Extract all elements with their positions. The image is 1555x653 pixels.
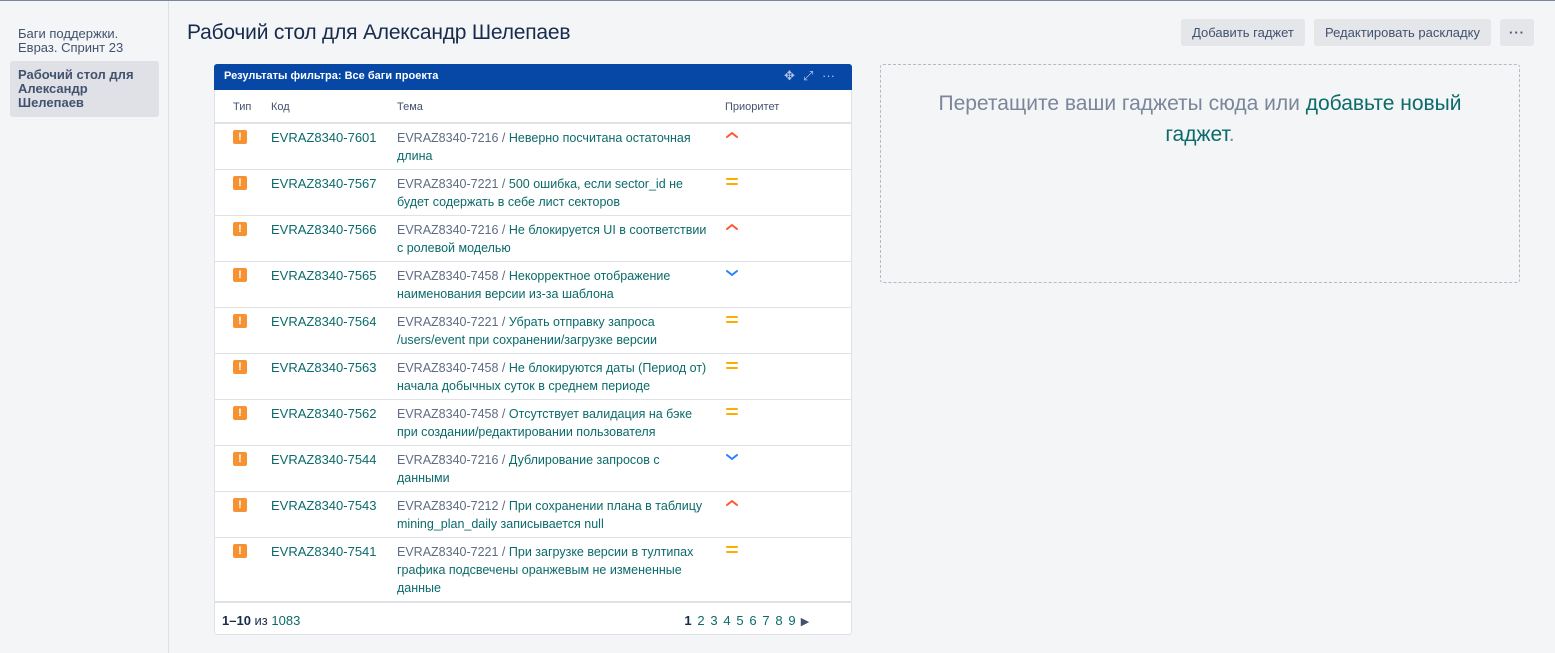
parent-issue-link[interactable]: EVRAZ8340-7216 / <box>397 453 505 467</box>
gadget-header: Результаты фильтра: Все баги проекта ✥ ⤢… <box>214 64 852 90</box>
column-header-type[interactable]: Тип <box>233 101 251 113</box>
issue-summary: EVRAZ8340-7458 / Не блокируются даты (Пе… <box>397 359 709 395</box>
bug-warning-icon: ! <box>233 360 247 374</box>
table-row: ! EVRAZ8340-7566 EVRAZ8340-7216 / Не блоки… <box>215 216 851 262</box>
parent-issue-link[interactable]: EVRAZ8340-7221 / <box>397 177 505 191</box>
results-count: 1–10 из 1083 <box>222 613 300 628</box>
bug-warning-icon: ! <box>233 176 247 190</box>
table-row: ! EVRAZ8340-7601 EVRAZ8340-7216 / Неверно … <box>215 124 851 170</box>
table-row: ! EVRAZ8340-7562 EVRAZ8340-7458 / Отсутств… <box>215 400 851 446</box>
parent-issue-link[interactable]: EVRAZ8340-7221 / <box>397 315 505 329</box>
parent-issue-link[interactable]: EVRAZ8340-7458 / <box>397 269 505 283</box>
results-of: из <box>254 613 268 628</box>
dropzone-instruction: Перетащите ваши гаджеты сюда или <box>938 92 1306 115</box>
sidebar: Баги поддержки. Евраз. Спринт 23 Рабочий… <box>0 1 169 653</box>
row-divider <box>215 601 851 603</box>
column-header-summary[interactable]: Тема <box>397 101 423 113</box>
page-link[interactable]: 3 <box>709 613 719 628</box>
priority-high-icon <box>726 224 738 230</box>
page-link[interactable]: 1 <box>683 613 693 628</box>
more-icon[interactable]: ··· <box>822 69 835 83</box>
page-link[interactable]: 9 <box>787 613 797 628</box>
table-row: ! EVRAZ8340-7544 EVRAZ8340-7216 / Дублиров… <box>215 446 851 492</box>
next-page-icon[interactable]: ▶ <box>800 615 810 628</box>
page-link[interactable]: 8 <box>774 613 784 628</box>
bug-warning-icon: ! <box>233 544 247 558</box>
dropzone-suffix: . <box>1228 123 1235 146</box>
page-link[interactable]: 7 <box>761 613 771 628</box>
priority-medium-icon <box>726 546 738 553</box>
gadget-dropzone: Перетащите ваши гаджеты сюда или добавьт… <box>880 64 1520 283</box>
issue-key-link[interactable]: EVRAZ8340-7567 <box>271 176 377 191</box>
issue-summary: EVRAZ8340-7216 / Неверно посчитана остат… <box>397 129 709 165</box>
priority-high-icon <box>726 132 738 138</box>
bug-warning-icon: ! <box>233 268 247 282</box>
table-row: ! EVRAZ8340-7567 EVRAZ8340-7221 / 500 ошиб… <box>215 170 851 216</box>
table-row: ! EVRAZ8340-7564 EVRAZ8340-7221 / Убрать о… <box>215 308 851 354</box>
bug-warning-icon: ! <box>233 406 247 420</box>
move-icon[interactable]: ✥ <box>784 69 795 83</box>
issue-key-link[interactable]: EVRAZ8340-7543 <box>271 498 377 513</box>
bug-warning-icon: ! <box>233 452 247 466</box>
page-link[interactable]: 4 <box>722 613 732 628</box>
priority-high-icon <box>726 500 738 506</box>
issue-summary: EVRAZ8340-7212 / При сохранении плана в … <box>397 497 709 533</box>
results-range: 1–10 <box>222 613 251 628</box>
dropzone-text: Перетащите ваши гаджеты сюда или добавьт… <box>901 88 1499 150</box>
page-link[interactable]: 2 <box>696 613 706 628</box>
page-link[interactable]: 5 <box>735 613 745 628</box>
priority-medium-icon <box>726 316 738 323</box>
parent-issue-link[interactable]: EVRAZ8340-7458 / <box>397 407 505 421</box>
table-row: ! EVRAZ8340-7565 EVRAZ8340-7458 / Некоррек… <box>215 262 851 308</box>
issue-summary: EVRAZ8340-7221 / Убрать отправку запроса… <box>397 313 709 349</box>
issue-key-link[interactable]: EVRAZ8340-7565 <box>271 268 377 283</box>
bug-warning-icon: ! <box>233 498 247 512</box>
column-header-priority[interactable]: Приоритет <box>725 101 779 113</box>
issue-key-link[interactable]: EVRAZ8340-7563 <box>271 360 377 375</box>
column-header-key[interactable]: Код <box>271 101 290 113</box>
priority-medium-icon <box>726 408 738 415</box>
priority-low-icon <box>726 270 738 276</box>
issue-key-link[interactable]: EVRAZ8340-7566 <box>271 222 377 237</box>
priority-medium-icon <box>726 178 738 185</box>
issue-summary: EVRAZ8340-7216 / Не блокируется UI в соо… <box>397 221 709 257</box>
filter-results-gadget: Результаты фильтра: Все баги проекта ✥ ⤢… <box>214 64 852 635</box>
issue-summary: EVRAZ8340-7458 / Отсутствует валидация н… <box>397 405 709 441</box>
parent-issue-link[interactable]: EVRAZ8340-7216 / <box>397 131 505 145</box>
results-total-link[interactable]: 1083 <box>271 613 300 628</box>
parent-issue-link[interactable]: EVRAZ8340-7458 / <box>397 361 505 375</box>
parent-issue-link[interactable]: EVRAZ8340-7212 / <box>397 499 505 513</box>
bug-warning-icon: ! <box>233 314 247 328</box>
issue-key-link[interactable]: EVRAZ8340-7562 <box>271 406 377 421</box>
more-actions-button[interactable]: ··· <box>1500 19 1534 46</box>
priority-low-icon <box>726 454 738 460</box>
bug-warning-icon: ! <box>233 130 247 144</box>
issue-key-link[interactable]: EVRAZ8340-7564 <box>271 314 377 329</box>
parent-issue-link[interactable]: EVRAZ8340-7216 / <box>397 223 505 237</box>
sidebar-item-dashboard-active[interactable]: Рабочий стол для Александр Шелепаев <box>10 61 159 117</box>
bug-warning-icon: ! <box>233 222 247 236</box>
issue-summary: EVRAZ8340-7221 / При загрузке версии в т… <box>397 543 709 597</box>
table-row: ! EVRAZ8340-7563 EVRAZ8340-7458 / Не блоки… <box>215 354 851 400</box>
maximize-icon[interactable]: ⤢ <box>803 69 813 83</box>
issue-key-link[interactable]: EVRAZ8340-7541 <box>271 544 377 559</box>
pagination: 1 2 3 4 5 6 7 8 9 ▶ <box>683 613 813 628</box>
add-gadget-button[interactable]: Добавить гаджет <box>1181 19 1305 46</box>
page-link[interactable]: 6 <box>748 613 758 628</box>
issue-key-link[interactable]: EVRAZ8340-7544 <box>271 452 377 467</box>
issue-summary: EVRAZ8340-7221 / 500 ошибка, если sector… <box>397 175 709 211</box>
parent-issue-link[interactable]: EVRAZ8340-7221 / <box>397 545 505 559</box>
edit-layout-button[interactable]: Редактировать раскладку <box>1314 19 1491 46</box>
table-row: ! EVRAZ8340-7541 EVRAZ8340-7221 / При загр… <box>215 538 851 602</box>
issue-summary: EVRAZ8340-7458 / Некорректное отображени… <box>397 267 709 303</box>
page-title: Рабочий стол для Александр Шелепаев <box>187 21 571 44</box>
top-border <box>0 0 1555 1</box>
issue-key-link[interactable]: EVRAZ8340-7601 <box>271 130 377 145</box>
issue-summary: EVRAZ8340-7216 / Дублирование запросов с… <box>397 451 709 487</box>
table-row: ! EVRAZ8340-7543 EVRAZ8340-7212 / При сохр… <box>215 492 851 538</box>
priority-medium-icon <box>726 362 738 369</box>
gadget-title: Результаты фильтра: Все баги проекта <box>224 70 439 82</box>
sidebar-item-support-bugs[interactable]: Баги поддержки. Евраз. Спринт 23 <box>10 27 159 55</box>
